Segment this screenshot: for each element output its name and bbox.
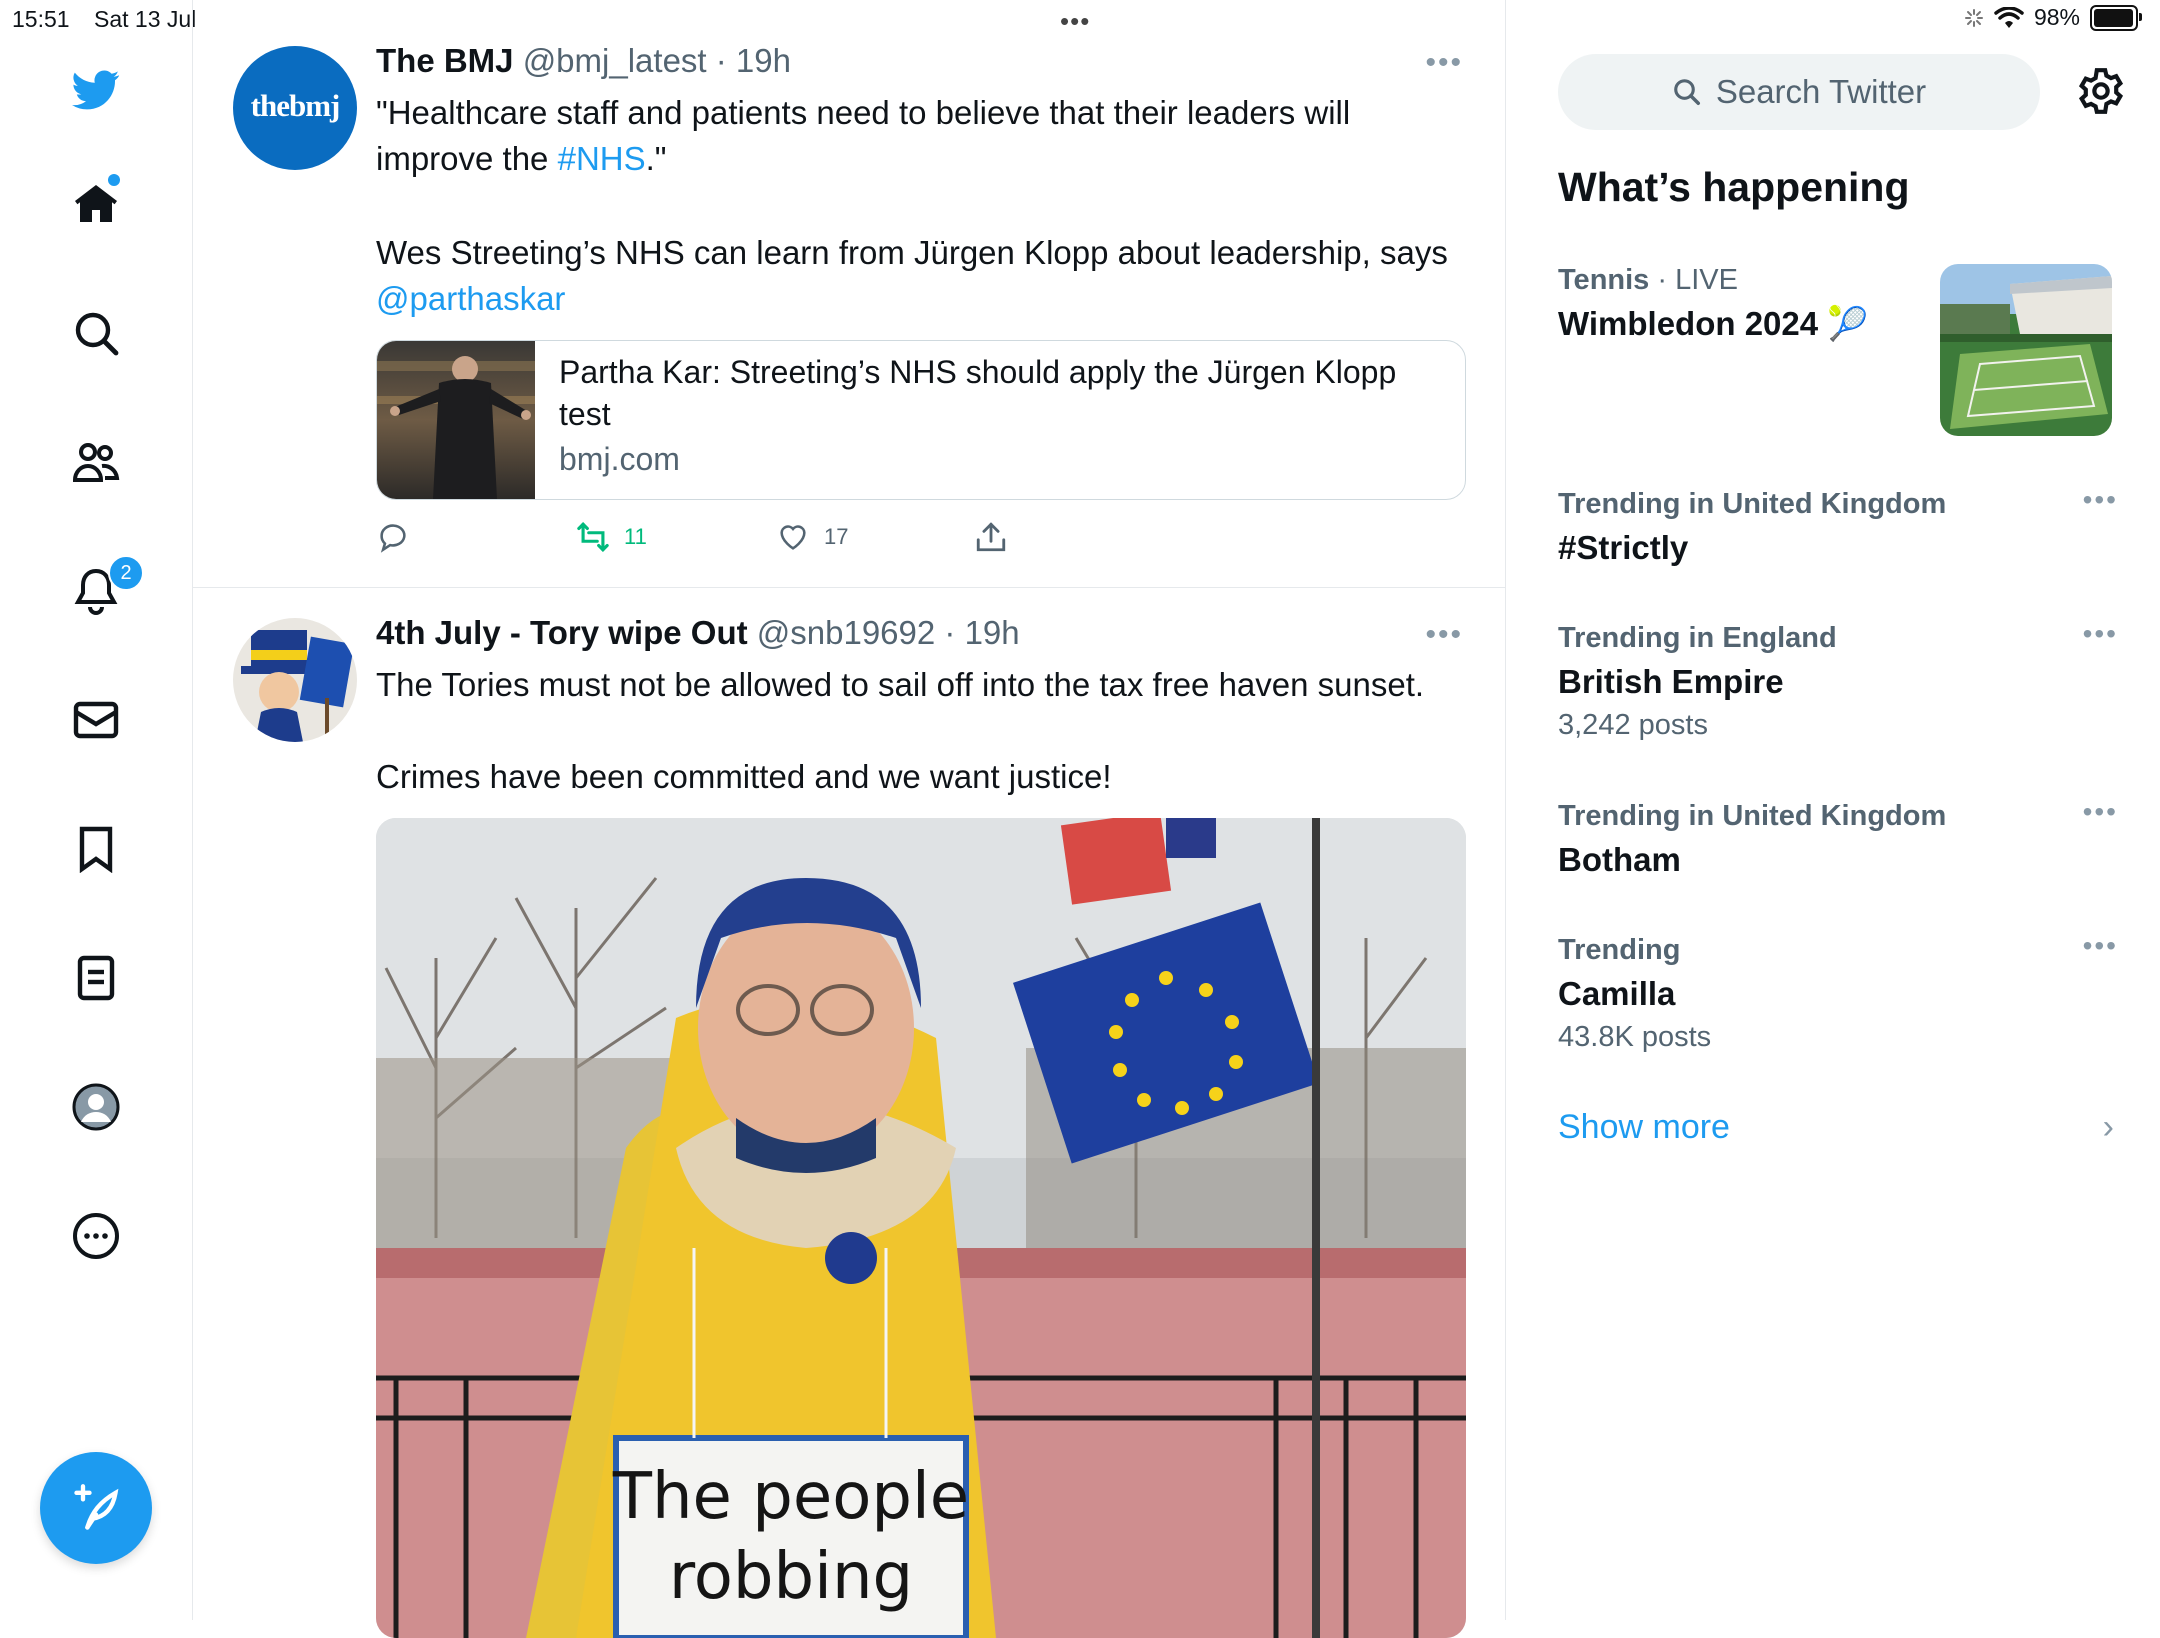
bookmark-icon: [79, 826, 113, 873]
tweet-text: Wes Streeting’s NHS can learn from Jürge…: [376, 230, 1466, 322]
tweet-text: "Healthcare staff and patients need to b…: [376, 90, 1466, 182]
trend-topic: Wimbledon 2024: [1558, 305, 1819, 342]
tweet-time[interactable]: · 19h: [944, 614, 1019, 651]
trend-item[interactable]: Trending in United Kingdom Botham •••: [1558, 796, 2118, 879]
tweet-photo[interactable]: The people robbing: [376, 818, 1466, 1638]
trend-live: · LIVE: [1649, 264, 1738, 296]
like-count: 17: [824, 524, 849, 549]
compose-button[interactable]: [40, 1452, 152, 1564]
reply-button[interactable]: [376, 520, 410, 554]
trend-more-icon[interactable]: •••: [2083, 796, 2118, 828]
nav-notifications[interactable]: 2: [68, 555, 144, 619]
home-unread-dot: [108, 174, 120, 186]
tweet-text-part: Wes Streeting’s NHS can learn from Jürge…: [376, 234, 1448, 271]
link-card[interactable]: Partha Kar: Streeting’s NHS should apply…: [376, 340, 1466, 500]
tweet-header: 4th July - Tory wipe Out @snb19692 · 19h: [376, 614, 1020, 652]
tweet-avatar[interactable]: [233, 618, 357, 742]
trend-topic: Botham: [1558, 841, 1681, 878]
author-handle[interactable]: @bmj_latest: [523, 42, 707, 79]
trend-post-count: 3,242 posts: [1558, 709, 1708, 741]
nav-home[interactable]: [68, 174, 124, 232]
people-icon: [72, 443, 120, 482]
trend-topic: Camilla: [1558, 975, 1676, 1012]
tweet-text: The Tories must not be allowed to sail o…: [376, 666, 1425, 703]
trend-more-icon[interactable]: •••: [2083, 930, 2118, 962]
search-icon: [75, 312, 119, 356]
trend-topic: #Strictly: [1558, 529, 1689, 566]
timeline: thebmj The BMJ @bmj_latest · 19h ••• "He…: [193, 0, 1506, 1638]
show-more-link[interactable]: Show more ›: [1558, 1108, 2114, 1147]
nav-bookmarks[interactable]: [68, 821, 124, 877]
card-thumbnail: [377, 341, 535, 499]
tweet[interactable]: 4th July - Tory wipe Out @snb19692 · 19h…: [193, 588, 1505, 1638]
trend-context: Trending in England: [1558, 622, 1837, 654]
search-placeholder: Search Twitter: [1715, 73, 1927, 110]
author-handle[interactable]: @snb19692: [757, 614, 935, 651]
whats-happening-title: What’s happening: [1558, 164, 1910, 210]
twitter-bird-icon[interactable]: [68, 62, 124, 118]
list-icon: [77, 955, 115, 1001]
tweet-header: The BMJ @bmj_latest · 19h: [376, 42, 791, 80]
retweet-icon: [577, 522, 609, 552]
tweet-text: Crimes have been committed and we want j…: [376, 758, 1112, 795]
mention-link[interactable]: @parthaskar: [376, 280, 565, 317]
retweet-count: 11: [624, 524, 647, 549]
notification-badge: 2: [108, 555, 144, 591]
trend-item[interactable]: Trending in England British Empire 3,242…: [1558, 618, 2118, 742]
tweet[interactable]: thebmj The BMJ @bmj_latest · 19h ••• "He…: [193, 0, 1505, 588]
retweet-button[interactable]: 11: [576, 520, 647, 554]
trend-more-icon[interactable]: •••: [2083, 618, 2118, 650]
compose-icon: [74, 1484, 119, 1530]
bmj-logo: thebmj: [250, 88, 341, 123]
sign-text-1: The people: [612, 1460, 969, 1534]
more-icon: [73, 1213, 119, 1259]
tweet-more-icon[interactable]: •••: [1425, 46, 1463, 80]
settings-button[interactable]: [2076, 66, 2126, 116]
tweet-text-part: "Healthcare staff and patients need to b…: [376, 94, 1351, 177]
nav-profile[interactable]: [68, 1079, 124, 1135]
nav-communities[interactable]: [68, 434, 124, 490]
author-name[interactable]: The BMJ: [376, 42, 514, 79]
trend-context: Trending: [1558, 934, 1681, 966]
author-name[interactable]: 4th July - Tory wipe Out: [376, 614, 748, 651]
trend-item[interactable]: Trending in United Kingdom #Strictly •••: [1558, 484, 2118, 567]
share-button[interactable]: [974, 520, 1008, 554]
trend-context: Trending in United Kingdom: [1558, 488, 1947, 520]
search-icon: [1674, 79, 1700, 105]
tweet-more-icon[interactable]: •••: [1425, 618, 1463, 652]
right-sidebar: Search Twitter What’s happening Tennis ·…: [1506, 0, 2160, 1620]
heart-icon: [780, 525, 806, 550]
sign-text-2: robbing: [669, 1540, 913, 1614]
trend-item[interactable]: Trending Camilla 43.8K posts •••: [1558, 930, 2118, 1054]
tennis-ball-icon: 🎾: [1827, 305, 1869, 342]
card-domain: bmj.com: [559, 441, 680, 477]
tweet-avatar[interactable]: thebmj: [233, 46, 357, 170]
tweet-text-part: .": [645, 140, 667, 177]
share-icon: [976, 522, 1006, 552]
home-icon: [75, 185, 117, 222]
hashtag-link[interactable]: #NHS: [558, 140, 646, 177]
trend-context: Tennis: [1558, 264, 1650, 296]
tweet-time[interactable]: · 19h: [716, 42, 791, 79]
trend-context: Trending in United Kingdom: [1558, 800, 1947, 832]
trend-topic: British Empire: [1558, 663, 1784, 700]
gear-icon: [2078, 68, 2124, 114]
nav-messages[interactable]: [68, 692, 124, 748]
chevron-right-icon: ›: [2102, 1108, 2114, 1146]
wimbledon-thumbnail[interactable]: [1940, 264, 2112, 436]
left-nav: 2: [0, 0, 193, 1620]
trend-post-count: 43.8K posts: [1558, 1021, 1712, 1053]
trend-more-icon[interactable]: •••: [2083, 484, 2118, 516]
like-button[interactable]: 17: [776, 520, 848, 554]
mail-icon: [73, 701, 119, 739]
card-title: Partha Kar: Streeting’s NHS should apply…: [559, 354, 1397, 432]
show-more-label: Show more: [1558, 1108, 1730, 1146]
nav-more[interactable]: [68, 1208, 124, 1264]
search-input[interactable]: Search Twitter: [1558, 54, 2040, 130]
nav-explore[interactable]: [68, 305, 124, 361]
avatar-icon: [72, 1083, 120, 1131]
reply-icon: [380, 524, 406, 553]
nav-lists[interactable]: [68, 950, 124, 1006]
